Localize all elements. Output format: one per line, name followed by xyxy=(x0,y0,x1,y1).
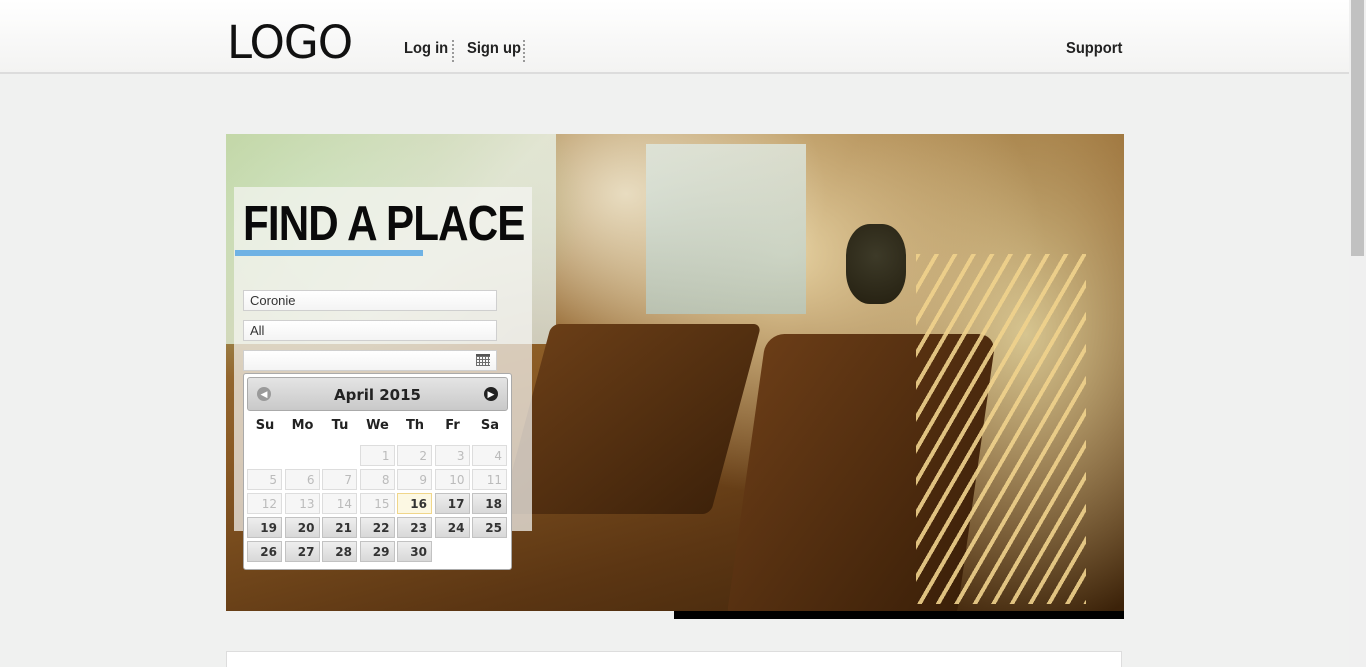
weekday-header: Tu xyxy=(331,418,349,433)
weekday-header: Su xyxy=(255,418,275,433)
location-field[interactable]: Coronie xyxy=(243,290,497,311)
calendar-day[interactable]: 17 xyxy=(434,493,470,514)
datepicker-popup: ◀ April 2015 ▶ Su Mo Tu We Th Fr Sa 1 2 3 4 5 6 7 8 9 10… xyxy=(243,373,512,570)
calendar-day[interactable]: 22 xyxy=(359,517,395,538)
scrollbar-thumb[interactable] xyxy=(1351,0,1364,256)
signup-link[interactable]: Sign up xyxy=(467,40,521,58)
nav-divider xyxy=(523,40,525,62)
hero-bench-slats xyxy=(916,254,1086,604)
calendar-day[interactable]: 30 xyxy=(397,541,432,562)
search-title: FIND A PLACE xyxy=(243,197,525,251)
weekday-header: Th xyxy=(405,418,425,433)
type-field[interactable]: All xyxy=(243,320,497,341)
calendar-day: 2 xyxy=(397,445,432,466)
calendar-day[interactable]: 29 xyxy=(359,541,395,562)
calendar-day[interactable]: 16 xyxy=(397,493,432,514)
calendar-day[interactable]: 19 xyxy=(247,517,282,538)
weekday-header: Fr xyxy=(445,418,460,433)
weekday-header: Sa xyxy=(480,418,500,433)
calendar-day: 3 xyxy=(434,445,470,466)
datepicker-month-title: April 2015 xyxy=(334,386,421,404)
calendar-day[interactable]: 24 xyxy=(434,517,470,538)
calendar-day: 4 xyxy=(472,445,507,466)
title-underline xyxy=(235,250,423,256)
logo[interactable]: LOGO xyxy=(227,20,353,65)
calendar-day: 13 xyxy=(284,493,320,514)
calendar-day: 10 xyxy=(434,469,470,490)
calendar-day[interactable]: 26 xyxy=(247,541,282,562)
calendar-day[interactable]: 21 xyxy=(322,517,357,538)
calendar-day: 8 xyxy=(359,469,395,490)
calendar-day[interactable]: 27 xyxy=(284,541,320,562)
hero-bottom-bar xyxy=(674,611,1124,619)
calendar-day: 11 xyxy=(472,469,507,490)
calendar-day[interactable]: 18 xyxy=(472,493,507,514)
calendar-day: 6 xyxy=(284,469,320,490)
hero-plant xyxy=(846,224,906,304)
calendar-day[interactable]: 25 xyxy=(472,517,507,538)
vertical-scrollbar[interactable] xyxy=(1349,0,1366,667)
calendar-day: 7 xyxy=(322,469,357,490)
calendar-day[interactable]: 23 xyxy=(397,517,432,538)
calendar-day: 5 xyxy=(247,469,282,490)
login-link[interactable]: Log in xyxy=(404,40,448,58)
calendar-day[interactable]: 20 xyxy=(284,517,320,538)
datepicker-header: ◀ April 2015 ▶ xyxy=(247,377,508,411)
nav-divider xyxy=(452,40,454,62)
hero-window-light xyxy=(646,144,806,314)
support-link[interactable]: Support xyxy=(1066,40,1122,58)
calendar-day: 12 xyxy=(247,493,282,514)
weekday-header: We xyxy=(366,418,389,433)
calendar-day: 14 xyxy=(322,493,357,514)
date-field[interactable] xyxy=(243,350,497,371)
weekday-header: Mo xyxy=(291,418,314,433)
calendar-day: 1 xyxy=(359,445,395,466)
hero-table xyxy=(500,324,762,514)
calendar-day: 9 xyxy=(397,469,432,490)
calendar-icon[interactable] xyxy=(476,354,490,366)
calendar-day: 15 xyxy=(359,493,395,514)
content-box xyxy=(226,651,1122,667)
top-navbar: LOGO Log in Sign up Support xyxy=(0,0,1349,74)
calendar-day[interactable]: 28 xyxy=(322,541,357,562)
chevron-right-icon[interactable]: ▶ xyxy=(484,387,498,401)
